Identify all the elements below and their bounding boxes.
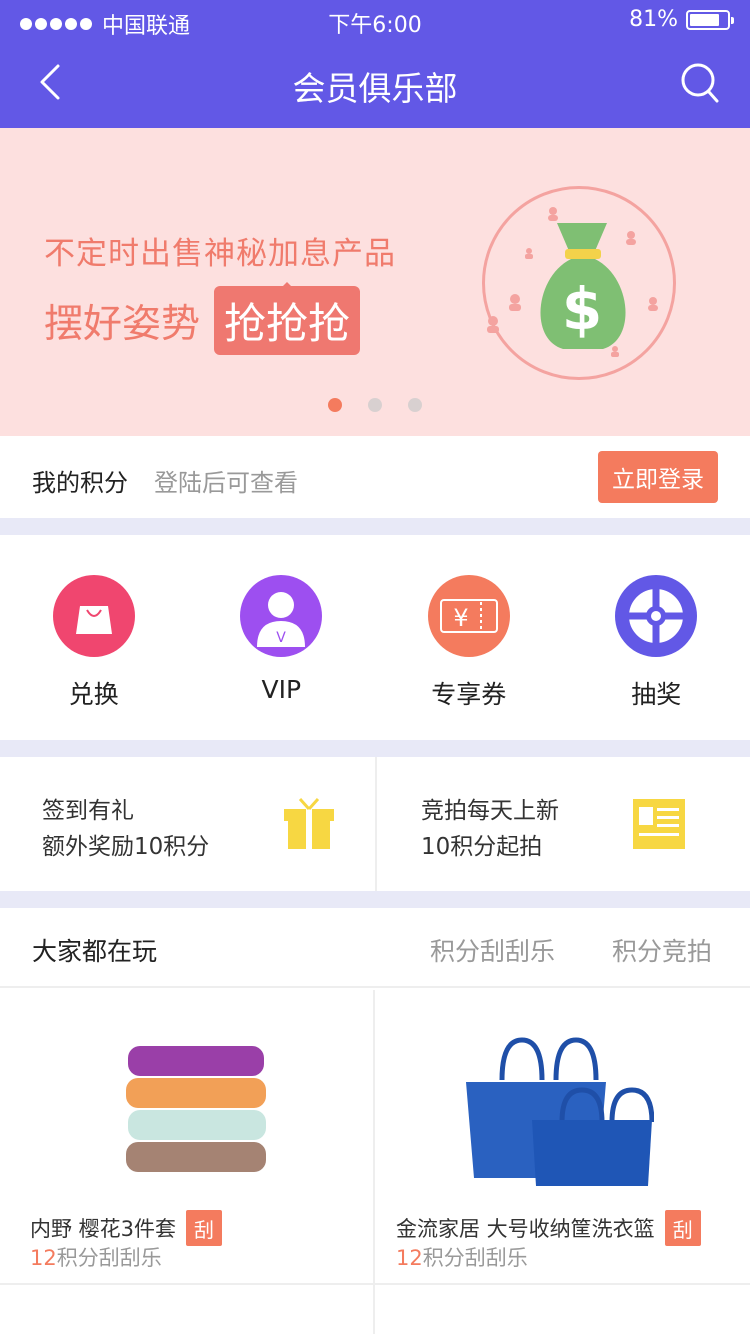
popular-section-header: 大家都在玩 积分刮刮乐 积分竞拍 [0,908,750,988]
price-number: 12 [396,1246,423,1270]
scratch-tag: 刮 [664,1210,701,1246]
banner-line2: 摆好姿势 抢抢抢 [44,282,361,355]
towels-image [126,1046,266,1172]
product-name-text: 金流家居 大号收纳筐洗衣篮 [396,1217,655,1241]
feature-vip[interactable]: V VIP [188,535,376,740]
status-bar: 中国联通 下午6:00 81% [0,0,750,40]
svg-text:V: V [276,630,286,646]
feature-label: 抽奖 [631,680,682,709]
section-divider [0,891,750,908]
section-divider [0,518,750,535]
section-divider [0,740,750,757]
page-title: 会员俱乐部 [292,69,458,108]
points-hint: 登陆后可查看 [154,469,298,497]
tab-scratch-card[interactable]: 积分刮刮乐 [430,932,555,968]
product-price: 12积分刮刮乐 [30,1242,162,1272]
card-subtitle: 10积分起拍 [421,834,543,860]
nav-bar: 会员俱乐部 [0,40,750,128]
money-bag-icon: $ [487,207,658,357]
card-title: 竞拍每天上新 [421,798,559,824]
feature-lottery[interactable]: 抽奖 [563,535,750,740]
login-button[interactable]: 立即登录 [598,451,718,503]
pager-dot[interactable] [368,398,382,412]
promo-cards: 签到有礼 额外奖励10积分 竞拍每天上新 10积分起拍 [0,757,750,891]
price-text: 积分刮刮乐 [422,1246,528,1270]
promo-banner[interactable]: 不定时出售神秘加息产品 摆好姿势 抢抢抢 $ [0,128,750,436]
feature-grid: 兑换 V VIP ¥ 专享券 抽奖 [0,535,750,740]
price-text: 积分刮刮乐 [56,1246,162,1270]
baskets-image [466,1037,654,1186]
battery-icon [686,9,734,30]
feature-label: VIP [261,675,302,704]
tab-points-auction[interactable]: 积分竞拍 [612,932,712,968]
product-name: 内野 樱花3件套 刮 [30,1210,223,1246]
search-icon[interactable] [680,62,720,106]
newspaper-icon [633,799,685,849]
battery-percent: 81% [629,7,678,32]
grid-divider [0,1283,750,1285]
card-subtitle: 额外奖励10积分 [42,834,210,860]
battery-info: 81% [629,7,734,32]
feature-label: 兑换 [68,680,119,709]
product-name-text: 内野 樱花3件套 [30,1217,177,1241]
checkin-card[interactable]: 签到有礼 额外奖励10积分 [0,757,375,891]
banner-line1: 不定时出售神秘加息产品 [44,236,396,272]
money-bag-illustration: $ [482,186,676,380]
banner-pager [0,398,750,412]
svg-text:$: $ [562,275,602,343]
banner-highlight: 抢抢抢 [214,282,361,355]
lottery-wheel-icon [615,575,698,657]
product-name: 金流家居 大号收纳筐洗衣篮 刮 [396,1210,701,1246]
auction-card[interactable]: 竞拍每天上新 10积分起拍 [375,757,750,891]
product-price: 12积分刮刮乐 [396,1242,528,1272]
product-card[interactable]: 内野 樱花3件套 刮 12积分刮刮乐 [0,990,374,1282]
points-label: 我的积分 [32,469,128,497]
feature-exchange[interactable]: 兑换 [0,535,188,740]
section-heading: 大家都在玩 [32,937,158,966]
shopping-bag-icon [52,575,135,657]
product-card[interactable]: 金流家居 大号收纳筐洗衣篮 刮 12积分刮刮乐 [376,990,750,1282]
svg-text:¥: ¥ [453,604,468,632]
scratch-tag: 刮 [186,1210,223,1246]
pager-dot[interactable] [408,398,422,412]
feature-coupon[interactable]: ¥ 专享券 [375,535,563,740]
price-number: 12 [30,1246,57,1270]
pager-dot[interactable] [328,398,342,412]
vip-user-icon: V [240,575,323,657]
banner-line2-prefix: 摆好姿势 [44,301,201,347]
feature-label: 专享券 [431,680,507,709]
card-title: 签到有礼 [42,798,134,824]
gift-icon [284,797,334,849]
coupon-icon: ¥ [427,575,510,657]
my-points-row: 我的积分 登陆后可查看 立即登录 [0,436,750,518]
